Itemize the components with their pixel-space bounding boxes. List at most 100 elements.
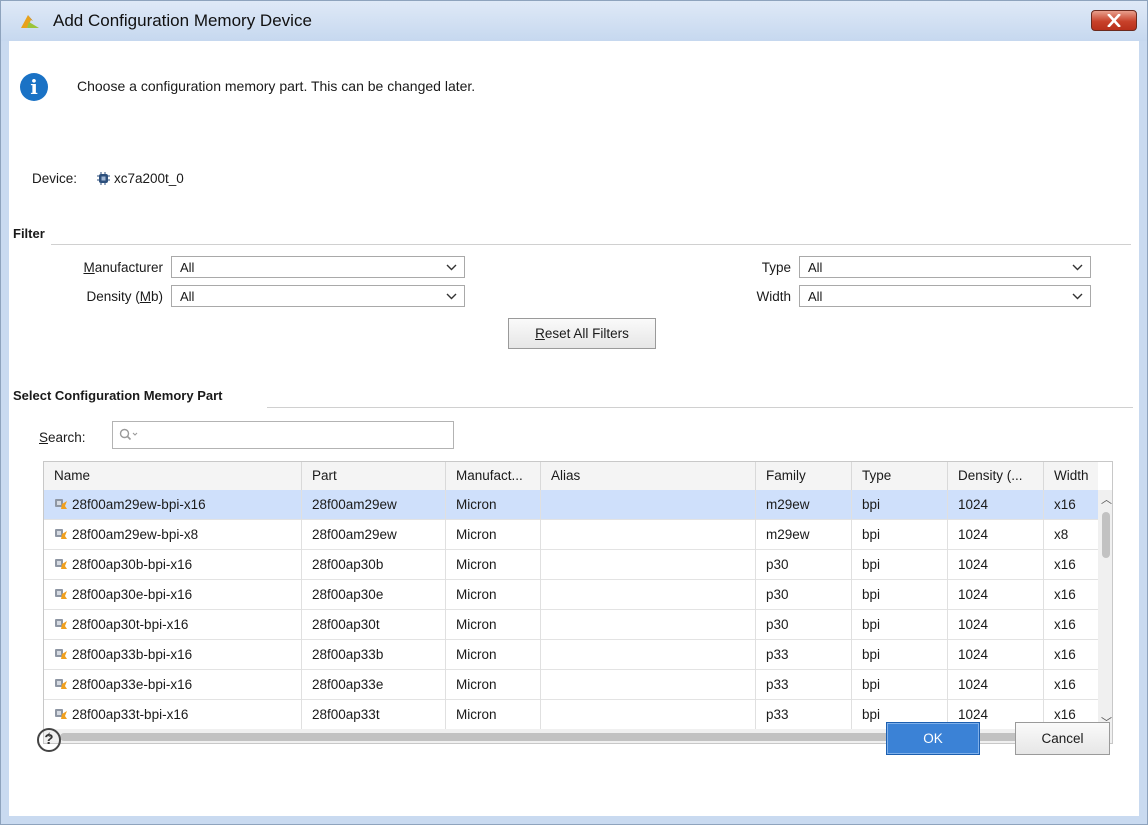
scroll-up-icon[interactable]: ︿ xyxy=(1101,491,1112,507)
device-name: xc7a200t_0 xyxy=(114,171,184,186)
cell-alias xyxy=(541,490,756,520)
info-message: Choose a configuration memory part. This… xyxy=(77,78,476,94)
column-header-name[interactable]: Name xyxy=(44,462,302,490)
cell-family: p33 xyxy=(756,700,852,730)
column-header-density[interactable]: Density (... xyxy=(948,462,1044,490)
close-icon xyxy=(1107,14,1121,27)
cell-alias xyxy=(541,550,756,580)
cell-name: 28f00ap33t-bpi-x16 xyxy=(44,700,302,730)
cell-family: p33 xyxy=(756,640,852,670)
title-bar[interactable]: Add Configuration Memory Device xyxy=(1,1,1147,41)
chevron-down-icon xyxy=(1072,293,1083,300)
cell-manufacturer: Micron xyxy=(446,490,541,520)
cell-width: x16 xyxy=(1054,677,1076,692)
cell-family: p30 xyxy=(756,550,852,580)
cell-manufacturer: Micron xyxy=(446,700,541,730)
reset-all-filters-button[interactable]: Reset All Filters xyxy=(508,318,656,349)
column-header-part[interactable]: Part xyxy=(302,462,446,490)
cell-family: p33 xyxy=(756,670,852,700)
cell-part: 28f00ap30b xyxy=(302,550,446,580)
search-label: Search: xyxy=(39,430,86,445)
chevron-down-icon xyxy=(446,293,457,300)
table-row[interactable]: 28f00ap33e-bpi-x16 28f00ap33e Micron p33 bpi… xyxy=(44,670,1098,700)
cell-family: p30 xyxy=(756,580,852,610)
chevron-down-icon xyxy=(1072,264,1083,271)
cell-name: 28f00am29ew-bpi-x16 xyxy=(44,490,302,520)
help-icon[interactable]: ? xyxy=(37,728,61,752)
search-input[interactable] xyxy=(112,421,454,449)
cell-width: x16 xyxy=(1054,557,1076,572)
cell-density: 1024 xyxy=(948,490,1044,520)
type-label: Type xyxy=(761,260,791,275)
close-button[interactable] xyxy=(1091,10,1137,31)
cell-part: 28f00ap33t xyxy=(302,700,446,730)
vivado-logo-icon xyxy=(21,15,39,28)
memory-device-icon xyxy=(55,589,67,599)
memory-device-icon xyxy=(55,559,67,569)
cell-type: bpi xyxy=(852,550,948,580)
cell-name: 28f00ap30b-bpi-x16 xyxy=(44,550,302,580)
cell-family: m29ew xyxy=(756,520,852,550)
cell-type: bpi xyxy=(852,490,948,520)
cell-part: 28f00ap33e xyxy=(302,670,446,700)
table-row[interactable]: 28f00ap33b-bpi-x16 28f00ap33b Micron p33 bpi… xyxy=(44,640,1098,670)
table-row[interactable]: 28f00am29ew-bpi-x16 28f00am29ew Micron m29e… xyxy=(44,490,1098,520)
manufacturer-select[interactable]: All xyxy=(171,256,465,278)
memory-device-icon xyxy=(55,649,67,659)
width-select[interactable]: All xyxy=(799,285,1091,307)
cell-type: bpi xyxy=(852,520,948,550)
table-row[interactable]: 28f00ap30b-bpi-x16 28f00ap30b Micron p30 bpi… xyxy=(44,550,1098,580)
cell-manufacturer: Micron xyxy=(446,520,541,550)
cell-part: 28f00am29ew xyxy=(302,520,446,550)
cell-width: x16 xyxy=(1054,587,1076,602)
cell-family: m29ew xyxy=(756,490,852,520)
cell-manufacturer: Micron xyxy=(446,670,541,700)
dialog-body: i Choose a configuration memory part. Th… xyxy=(9,41,1139,816)
cell-part: 28f00ap33b xyxy=(302,640,446,670)
cell-width: x16 xyxy=(1054,647,1076,662)
column-header-family[interactable]: Family xyxy=(756,462,852,490)
density-label: Density (Mb) xyxy=(86,289,163,304)
column-header-manufacturer[interactable]: Manufact... xyxy=(446,462,541,490)
cell-type: bpi xyxy=(852,640,948,670)
type-select[interactable]: All xyxy=(799,256,1091,278)
cell-name: 28f00ap33e-bpi-x16 xyxy=(44,670,302,700)
select-part-heading: Select Configuration Memory Part xyxy=(13,388,223,403)
cell-alias xyxy=(541,610,756,640)
cell-width: x16 xyxy=(1054,497,1076,512)
ok-button[interactable]: OK xyxy=(886,722,980,755)
manufacturer-label: Manufacturer xyxy=(83,260,163,275)
cell-manufacturer: Micron xyxy=(446,550,541,580)
table-row[interactable]: 28f00ap30e-bpi-x16 28f00ap30e Micron p30 bpi… xyxy=(44,580,1098,610)
cell-manufacturer: Micron xyxy=(446,610,541,640)
cell-density: 1024 xyxy=(948,670,1044,700)
cancel-button[interactable]: Cancel xyxy=(1015,722,1110,755)
vertical-scrollbar[interactable]: ︿ ﹀ xyxy=(1098,490,1112,730)
column-header-width[interactable]: Width xyxy=(1044,462,1098,490)
chip-icon xyxy=(97,172,110,185)
filter-heading: Filter xyxy=(13,226,45,241)
cell-name: 28f00am29ew-bpi-x8 xyxy=(44,520,302,550)
info-icon: i xyxy=(20,73,48,101)
dialog-title: Add Configuration Memory Device xyxy=(53,11,312,30)
column-header-type[interactable]: Type xyxy=(852,462,948,490)
cell-alias xyxy=(541,670,756,700)
table-header: Name Part Manufact... Alias Family Type … xyxy=(44,462,1098,491)
cell-family: p30 xyxy=(756,610,852,640)
vertical-scroll-thumb[interactable] xyxy=(1102,512,1110,558)
memory-device-icon xyxy=(55,529,67,539)
cell-density: 1024 xyxy=(948,550,1044,580)
memory-device-icon xyxy=(55,679,67,689)
width-label: Width xyxy=(756,289,791,304)
table-row[interactable]: 28f00ap30t-bpi-x16 28f00ap30t Micron p30 bpi… xyxy=(44,610,1098,640)
dialog-window: Add Configuration Memory Device i Choose… xyxy=(0,0,1148,825)
cell-alias xyxy=(541,580,756,610)
cell-density: 1024 xyxy=(948,580,1044,610)
cell-part: 28f00am29ew xyxy=(302,490,446,520)
density-select[interactable]: All xyxy=(171,285,465,307)
cell-name: 28f00ap30e-bpi-x16 xyxy=(44,580,302,610)
table-row[interactable]: 28f00am29ew-bpi-x8 28f00am29ew Micron m29ew… xyxy=(44,520,1098,550)
cell-type: bpi xyxy=(852,670,948,700)
column-header-alias[interactable]: Alias xyxy=(541,462,756,490)
cell-name: 28f00ap30t-bpi-x16 xyxy=(44,610,302,640)
